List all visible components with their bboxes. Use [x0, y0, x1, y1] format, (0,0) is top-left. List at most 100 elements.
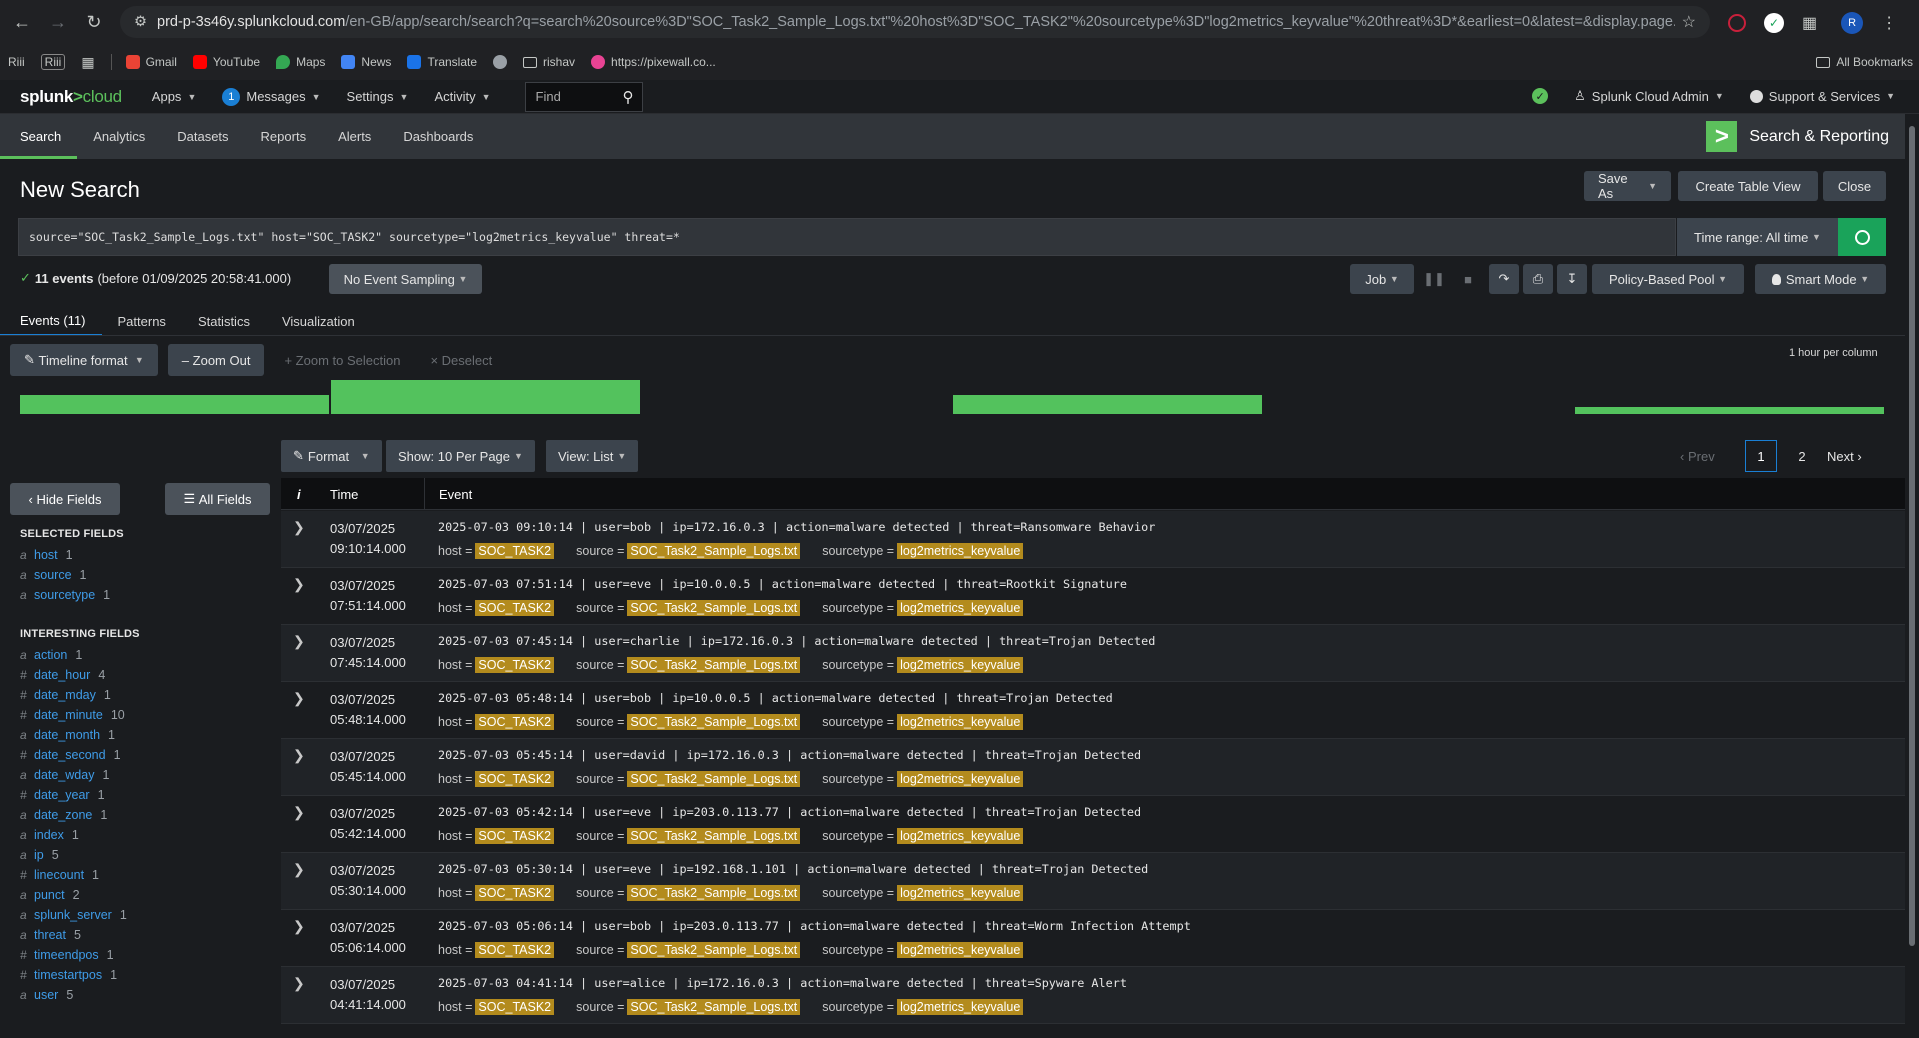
- print-icon[interactable]: ⎙: [1523, 264, 1553, 294]
- table-row[interactable]: ❯ 03/07/2025 07:51:14.000 2025-07-03 07:51:…: [281, 568, 1905, 625]
- field-timeendpos[interactable]: # timeendpos 1: [20, 948, 114, 962]
- col-info[interactable]: i: [297, 478, 301, 510]
- per-page-dropdown[interactable]: Show: 10 Per Page ▼: [386, 440, 535, 472]
- col-time[interactable]: Time: [330, 478, 358, 510]
- deselect-button[interactable]: × Deselect: [420, 353, 502, 368]
- forward-icon[interactable]: →: [40, 4, 76, 40]
- save-as-button[interactable]: Save As ▼: [1584, 171, 1671, 201]
- sourcetype-value[interactable]: log2metrics_keyvalue: [897, 714, 1024, 730]
- bookmark-globe[interactable]: [493, 55, 508, 69]
- event-sampling-dropdown[interactable]: No Event Sampling ▼: [329, 264, 482, 294]
- tab-search[interactable]: Search: [0, 114, 78, 159]
- col-event[interactable]: Event: [424, 478, 1904, 510]
- sourcetype-value[interactable]: log2metrics_keyvalue: [897, 600, 1024, 616]
- pause-icon[interactable]: ❚❚: [1420, 264, 1448, 294]
- source-value[interactable]: SOC_Task2_Sample_Logs.txt: [627, 942, 801, 958]
- field-threat[interactable]: a threat 5: [20, 928, 81, 942]
- field-action[interactable]: a action 1: [20, 648, 82, 662]
- sourcetype-value[interactable]: log2metrics_keyvalue: [897, 771, 1024, 787]
- chevron-right-icon[interactable]: ❯: [293, 576, 305, 593]
- tab-statistics[interactable]: Statistics: [182, 306, 266, 336]
- bookmark-rishav[interactable]: rishav: [523, 55, 575, 69]
- timeline-bar[interactable]: [1575, 407, 1884, 414]
- source-value[interactable]: SOC_Task2_Sample_Logs.txt: [627, 828, 801, 844]
- policy-pool-dropdown[interactable]: Policy-Based Pool ▼: [1592, 264, 1744, 294]
- source-value[interactable]: SOC_Task2_Sample_Logs.txt: [627, 771, 801, 787]
- field-date-hour[interactable]: # date_hour 4: [20, 668, 105, 682]
- tab-dashboards[interactable]: Dashboards: [387, 114, 489, 159]
- format-button[interactable]: ✎ Format ▼: [281, 440, 382, 472]
- tab-events[interactable]: Events (11): [0, 306, 102, 336]
- table-row[interactable]: ❯ 03/07/2025 05:06:14.000 2025-07-03 05:06:…: [281, 910, 1905, 967]
- bookmark-riii-1[interactable]: Riii: [8, 55, 25, 69]
- timeline-bar[interactable]: [20, 395, 329, 414]
- extension-check-icon[interactable]: ✓: [1764, 13, 1784, 33]
- bookmark-youtube[interactable]: YouTube: [192, 55, 260, 69]
- field-date-year[interactable]: # date_year 1: [20, 788, 105, 802]
- host-value[interactable]: SOC_TASK2: [475, 714, 555, 730]
- record-icon[interactable]: [1728, 14, 1746, 32]
- export-icon[interactable]: ↧: [1557, 264, 1587, 294]
- star-icon[interactable]: ☆: [1682, 12, 1696, 32]
- host-value[interactable]: SOC_TASK2: [475, 885, 555, 901]
- host-value[interactable]: SOC_TASK2: [475, 657, 555, 673]
- table-row[interactable]: ❯ 03/07/2025 05:30:14.000 2025-07-03 05:30:…: [281, 853, 1905, 910]
- sourcetype-value[interactable]: log2metrics_keyvalue: [897, 657, 1024, 673]
- field-splunk-server[interactable]: a splunk_server 1: [20, 908, 127, 922]
- sourcetype-value[interactable]: log2metrics_keyvalue: [897, 828, 1024, 844]
- source-value[interactable]: SOC_Task2_Sample_Logs.txt: [627, 543, 801, 559]
- chevron-right-icon[interactable]: ❯: [293, 804, 305, 821]
- source-value[interactable]: SOC_Task2_Sample_Logs.txt: [627, 999, 801, 1015]
- event-raw[interactable]: 2025-07-03 05:30:14 | user=eve | ip=192.…: [438, 862, 1148, 876]
- stop-icon[interactable]: ■: [1454, 264, 1482, 294]
- host-value[interactable]: SOC_TASK2: [475, 600, 555, 616]
- table-row[interactable]: ❯ 03/07/2025 07:45:14.000 2025-07-03 07:45:…: [281, 625, 1905, 682]
- profile-avatar[interactable]: R: [1841, 12, 1864, 34]
- support-menu[interactable]: Support & Services ▼: [1749, 89, 1895, 104]
- tab-datasets[interactable]: Datasets: [161, 114, 244, 159]
- view-dropdown[interactable]: View: List ▼: [546, 440, 639, 472]
- zoom-to-selection-button[interactable]: + Zoom to Selection: [274, 353, 410, 368]
- field-date-second[interactable]: # date_second 1: [20, 748, 121, 762]
- create-table-view-button[interactable]: Create Table View: [1678, 171, 1818, 201]
- splunk-logo[interactable]: splunk>cloud: [20, 87, 122, 107]
- sourcetype-value[interactable]: log2metrics_keyvalue: [897, 999, 1024, 1015]
- event-raw[interactable]: 2025-07-03 07:51:14 | user=eve | ip=10.0…: [438, 577, 1127, 591]
- table-row[interactable]: ❯ 03/07/2025 05:48:14.000 2025-07-03 05:48:…: [281, 682, 1905, 739]
- job-menu[interactable]: Job ▼: [1350, 264, 1414, 294]
- zoom-out-button[interactable]: – Zoom Out: [167, 344, 265, 376]
- field-punct[interactable]: a punct 2: [20, 888, 80, 902]
- sourcetype-value[interactable]: log2metrics_keyvalue: [897, 885, 1024, 901]
- timeline-bar[interactable]: [953, 395, 1262, 414]
- source-value[interactable]: SOC_Task2_Sample_Logs.txt: [627, 885, 801, 901]
- event-raw[interactable]: 2025-07-03 05:06:14 | user=bob | ip=203.…: [438, 919, 1191, 933]
- search-mode-dropdown[interactable]: Smart Mode ▼: [1755, 264, 1886, 294]
- timeline-chart[interactable]: [20, 380, 1886, 416]
- table-row[interactable]: ❯ 03/07/2025 04:41:14.000 2025-07-03 04:41:…: [281, 967, 1905, 1024]
- chevron-right-icon[interactable]: ❯: [293, 975, 305, 992]
- host-value[interactable]: SOC_TASK2: [475, 999, 555, 1015]
- timeline-bar[interactable]: [331, 380, 640, 414]
- tab-reports[interactable]: Reports: [245, 114, 323, 159]
- field-sourcetype[interactable]: a sourcetype 1: [20, 588, 110, 602]
- field-index[interactable]: a index 1: [20, 828, 79, 842]
- table-row[interactable]: ❯ 03/07/2025 09:10:14.000 2025-07-03 09:10:…: [281, 511, 1905, 568]
- tab-analytics[interactable]: Analytics: [77, 114, 161, 159]
- host-value[interactable]: SOC_TASK2: [475, 771, 555, 787]
- event-raw[interactable]: 2025-07-03 07:45:14 | user=charlie | ip=…: [438, 634, 1155, 648]
- hide-fields-button[interactable]: ‹ Hide Fields: [10, 483, 120, 515]
- settings-menu[interactable]: Settings ▼: [347, 89, 409, 104]
- source-value[interactable]: SOC_Task2_Sample_Logs.txt: [627, 657, 801, 673]
- scrollbar-thumb[interactable]: [1909, 126, 1915, 946]
- chevron-right-icon[interactable]: ❯: [293, 861, 305, 878]
- apps-menu[interactable]: Apps ▼: [152, 89, 197, 104]
- page-2-button[interactable]: 2: [1787, 449, 1817, 464]
- event-raw[interactable]: 2025-07-03 05:42:14 | user=eve | ip=203.…: [438, 805, 1141, 819]
- host-value[interactable]: SOC_TASK2: [475, 942, 555, 958]
- tab-alerts[interactable]: Alerts: [322, 114, 387, 159]
- chevron-right-icon[interactable]: ❯: [293, 519, 305, 536]
- host-value[interactable]: SOC_TASK2: [475, 828, 555, 844]
- field-date-month[interactable]: a date_month 1: [20, 728, 115, 742]
- field-date-mday[interactable]: # date_mday 1: [20, 688, 111, 702]
- site-info-icon[interactable]: ⚙: [134, 14, 147, 30]
